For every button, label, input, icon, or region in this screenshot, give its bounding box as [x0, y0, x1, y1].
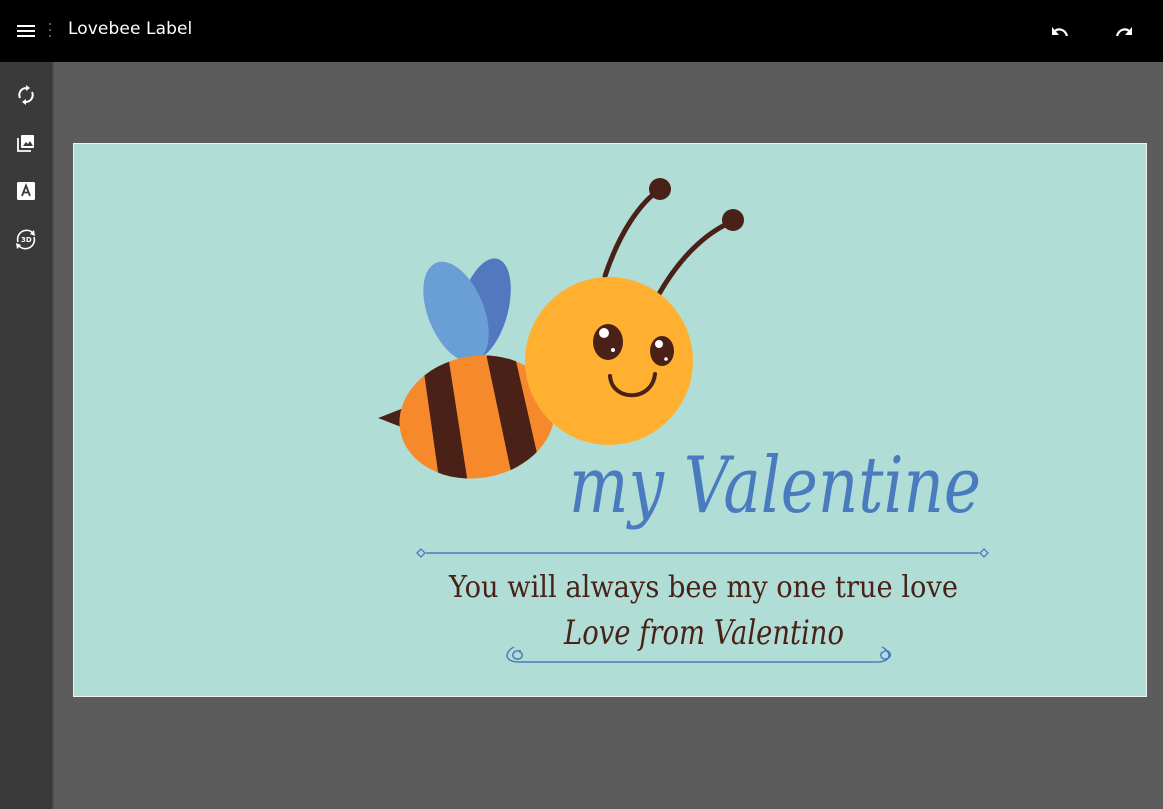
- drag-handle-icon[interactable]: [49, 23, 53, 37]
- top-app-bar: Lovebee Label: [0, 0, 1163, 62]
- image-icon: [17, 135, 34, 152]
- text-button[interactable]: [6, 171, 46, 211]
- redo-icon: [1115, 27, 1132, 37]
- app-title: Lovebee Label: [68, 19, 193, 39]
- sync-icon: [18, 85, 34, 105]
- bee-eye-shine-right: [655, 340, 663, 348]
- bee-antenna-left: [602, 187, 662, 279]
- bee-eye-shine-left: [599, 328, 609, 338]
- label-artwork: my Valentine You will always bee my one …: [378, 178, 989, 663]
- 3d-view-button[interactable]: 3D: [6, 219, 46, 259]
- label-tagline: You will always bee my one true love: [448, 570, 958, 605]
- bee-antenna-tip-right: [722, 209, 744, 231]
- bee-eye-sparkle-left: [611, 348, 615, 352]
- divider-diamond-left: [416, 548, 426, 558]
- divider-diamond-right: [979, 548, 989, 558]
- label-signature: Love from Valentino: [563, 613, 844, 653]
- bee-eye-left: [593, 324, 623, 360]
- 3d-rotate-icon: 3D: [16, 229, 36, 250]
- bee-eye-sparkle-right: [664, 357, 668, 361]
- tool-sidebar: 3D: [0, 62, 52, 809]
- bee-eye-right: [650, 336, 674, 366]
- sync-button[interactable]: [6, 75, 46, 115]
- redo-button[interactable]: [1107, 14, 1141, 48]
- text-icon: [17, 182, 35, 200]
- undo-button[interactable]: [1043, 14, 1077, 48]
- images-button[interactable]: [6, 123, 46, 163]
- menu-button[interactable]: [0, 0, 52, 62]
- undo-icon: [1052, 27, 1069, 37]
- bee-antenna-tip-left: [649, 178, 671, 200]
- hamburger-menu-icon: [17, 25, 35, 37]
- label-headline: my Valentine: [569, 441, 981, 531]
- bee-antenna-right: [656, 219, 734, 297]
- svg-text:3D: 3D: [21, 236, 32, 244]
- label-canvas[interactable]: my Valentine You will always bee my one …: [73, 143, 1147, 697]
